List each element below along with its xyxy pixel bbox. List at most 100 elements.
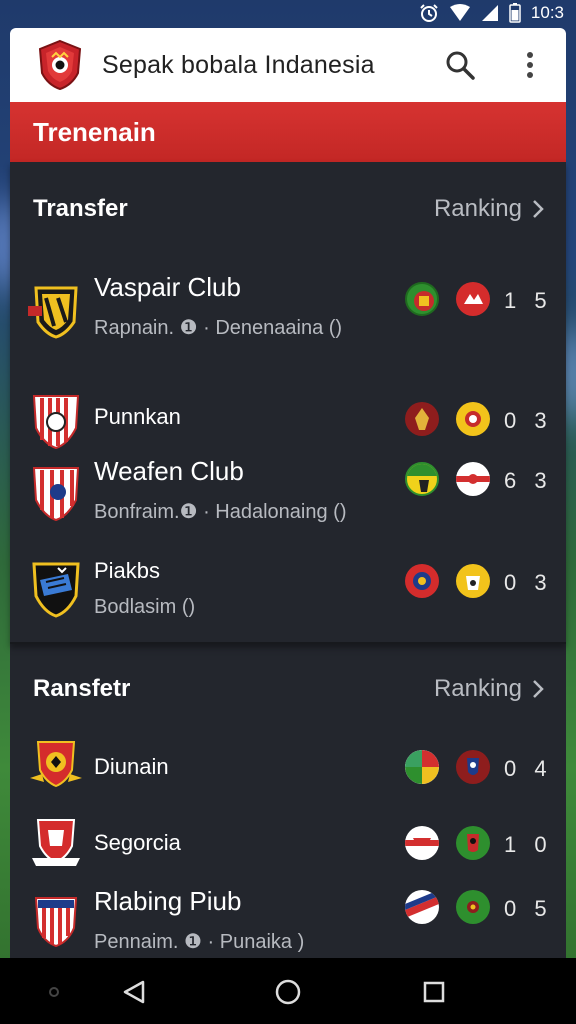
badge-icon bbox=[413, 572, 431, 590]
opponent-badge bbox=[456, 826, 490, 860]
list-item[interactable]: Rlabing Piub Pennaim. ❶ · Punaika ) 0 5 bbox=[10, 882, 566, 958]
nav-dot bbox=[36, 974, 72, 1010]
opponent-badge bbox=[405, 890, 439, 924]
opponent-badge bbox=[456, 282, 490, 316]
more-vert-icon bbox=[527, 52, 533, 78]
club-info: Diunain bbox=[94, 754, 169, 780]
section-banner[interactable]: Trenenain bbox=[10, 102, 566, 162]
main-panel: Transfer Ranking Vaspair Club Rapnain. ❶… bbox=[10, 162, 566, 958]
alarm-icon bbox=[420, 4, 438, 22]
opponent-badge bbox=[405, 750, 439, 784]
badge-icon bbox=[464, 294, 483, 304]
club-logo-icon bbox=[32, 467, 80, 522]
badge-icon bbox=[465, 411, 481, 427]
badge-icon bbox=[456, 474, 490, 484]
badge-icon bbox=[467, 758, 479, 775]
club-info: Piakbs Bodlasim () bbox=[94, 558, 195, 619]
app-bar: Sepak bobala Indanesia bbox=[10, 28, 566, 102]
club-subtitle: Bodlasim () bbox=[94, 596, 196, 618]
chevron-right-icon bbox=[533, 200, 544, 218]
club-logo-icon bbox=[34, 897, 78, 948]
list-item[interactable]: Diunain 0 4 bbox=[10, 730, 566, 806]
transfer-section: Ransfetr Ranking Diunain 0 4 Segorcia 1 … bbox=[10, 648, 566, 958]
recents-button[interactable] bbox=[416, 974, 452, 1010]
badge-icon bbox=[467, 834, 479, 852]
match-score: 0 3 bbox=[504, 570, 553, 595]
dot-icon bbox=[49, 987, 59, 997]
opponent-badge bbox=[405, 282, 439, 316]
club-name: Piakbs bbox=[94, 558, 161, 583]
ranking-label: Ranking bbox=[433, 675, 522, 702]
transfer-section: Transfer Ranking Vaspair Club Rapnain. ❶… bbox=[10, 162, 566, 644]
club-info: Segorcia bbox=[94, 830, 181, 856]
opponent-badge bbox=[456, 750, 490, 784]
club-logo-icon bbox=[32, 562, 80, 618]
back-button[interactable] bbox=[116, 974, 152, 1010]
wifi-icon bbox=[449, 4, 470, 21]
club-logo-icon bbox=[28, 286, 78, 339]
app-title: Sepak bobala Indanesia bbox=[102, 50, 375, 79]
search-icon bbox=[446, 51, 475, 80]
status-bar: 10:3 bbox=[0, 0, 576, 26]
section-header: Transfer Ranking bbox=[10, 162, 566, 256]
recents-square-icon bbox=[423, 981, 445, 1003]
list-item[interactable]: Weafen Club Bonfraim.❶ · Hadalonaing () … bbox=[10, 452, 566, 562]
banner-title: Trenenain bbox=[33, 116, 156, 147]
badge-icon bbox=[467, 901, 479, 913]
badge-icon bbox=[414, 291, 434, 311]
section-title: Ransfetr bbox=[33, 675, 131, 702]
match-score: 1 0 bbox=[504, 832, 553, 857]
opponent-badge bbox=[405, 462, 439, 496]
badge-icon bbox=[405, 890, 439, 918]
club-name: Vaspair Club bbox=[94, 272, 241, 302]
match-score: 6 3 bbox=[504, 468, 553, 493]
back-triangle-icon bbox=[123, 980, 145, 1004]
opponent-badge bbox=[456, 402, 490, 436]
badge-icon bbox=[415, 408, 429, 430]
badge-icon bbox=[405, 750, 439, 784]
match-score: 0 5 bbox=[504, 896, 553, 921]
section-title: Transfer bbox=[33, 195, 128, 222]
ranking-link[interactable]: Ranking bbox=[434, 675, 544, 703]
club-name: Segorcia bbox=[94, 830, 181, 855]
opponent-badge bbox=[456, 890, 490, 924]
match-score: 1 5 bbox=[504, 288, 553, 313]
list-item[interactable]: Vaspair Club Rapnain. ❶ · Denenaaina () … bbox=[10, 256, 566, 366]
club-name: Diunain bbox=[94, 754, 169, 779]
home-button[interactable] bbox=[270, 974, 306, 1010]
badge-icon bbox=[407, 464, 437, 492]
signal-icon bbox=[481, 5, 498, 21]
list-item[interactable]: Piakbs Bodlasim () 0 3 bbox=[10, 552, 566, 644]
search-button[interactable] bbox=[438, 43, 482, 87]
club-info: Rlabing Piub Pennaim. ❶ · Punaika ) bbox=[94, 886, 304, 954]
ranking-link[interactable]: Ranking bbox=[434, 195, 544, 223]
chevron-right-icon bbox=[533, 680, 544, 698]
club-logo-icon bbox=[32, 819, 80, 866]
status-time: 10:3 bbox=[530, 3, 564, 22]
opponent-badge bbox=[405, 826, 439, 860]
club-subtitle: Pennaim. ❶ · Punaika ) bbox=[94, 931, 305, 953]
section-header: Ransfetr Ranking bbox=[10, 648, 566, 730]
more-options-button[interactable] bbox=[508, 43, 552, 87]
club-info: Vaspair Club Rapnain. ❶ · Denenaaina () bbox=[94, 272, 342, 340]
club-subtitle: Rapnain. ❶ · Denenaaina () bbox=[94, 317, 343, 339]
club-name: Rlabing Piub bbox=[94, 886, 242, 916]
battery-icon bbox=[509, 3, 521, 23]
badge-icon bbox=[466, 576, 480, 590]
badge-icon bbox=[405, 838, 439, 846]
club-subtitle: Bonfraim.❶ · Hadalonaing () bbox=[94, 501, 347, 523]
match-score: 0 3 bbox=[504, 408, 553, 433]
opponent-badge bbox=[456, 462, 490, 496]
system-nav-bar bbox=[0, 958, 576, 1024]
club-crest-icon[interactable] bbox=[36, 39, 84, 91]
club-name: Weafen Club bbox=[94, 456, 244, 486]
ranking-label: Ranking bbox=[433, 195, 522, 222]
club-info: Weafen Club Bonfraim.❶ · Hadalonaing () bbox=[94, 456, 346, 524]
opponent-badge bbox=[405, 402, 439, 436]
list-item[interactable]: Segorcia 1 0 bbox=[10, 806, 566, 882]
opponent-badge bbox=[405, 564, 439, 598]
club-logo-icon bbox=[32, 395, 80, 450]
club-logo-icon bbox=[30, 741, 82, 788]
match-score: 0 4 bbox=[504, 756, 553, 781]
home-circle-icon bbox=[275, 979, 301, 1005]
